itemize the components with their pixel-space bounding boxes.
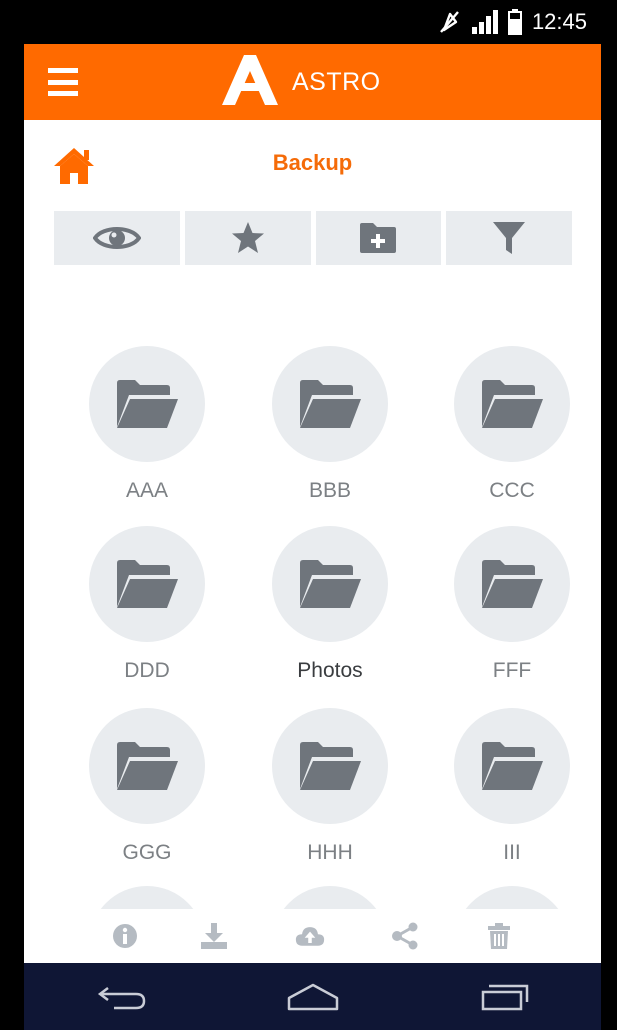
- folder-item[interactable]: BBB: [255, 346, 405, 516]
- menu-icon: [48, 68, 78, 73]
- info-button[interactable]: [110, 921, 140, 951]
- back-icon: [97, 987, 146, 1010]
- folder-tile: [454, 708, 570, 824]
- folder-grid: AAA BBB CCC DDD Photos FFF GGG HHH III: [24, 346, 601, 909]
- folder-item[interactable]: FFF: [437, 526, 587, 696]
- folder-tile: [89, 708, 205, 824]
- status-time: 12:45: [531, 9, 587, 34]
- folder-tile: [454, 886, 570, 909]
- folder-icon: [482, 380, 543, 428]
- folder-icon: [117, 560, 178, 608]
- toolbar: [54, 211, 572, 265]
- share-button[interactable]: [390, 921, 420, 951]
- share-icon: [392, 922, 418, 950]
- folder-icon: [117, 380, 178, 428]
- system-nav-bar: [24, 963, 601, 1030]
- brand: ASTRO: [222, 54, 381, 106]
- folder-icon: [300, 560, 361, 608]
- new-folder-button[interactable]: [315, 211, 442, 265]
- folder-tile: [89, 526, 205, 642]
- folder-icon: [117, 742, 178, 790]
- bottom-action-bar: [24, 909, 601, 963]
- page-title: Backup: [272, 150, 353, 175]
- folder-item-partial[interactable]: [72, 886, 222, 909]
- folder-tile: [89, 346, 205, 462]
- folder-label: III: [503, 841, 521, 864]
- upload-cloud-button[interactable]: [295, 921, 325, 951]
- folder-icon: [482, 742, 543, 790]
- download-icon: [201, 923, 227, 949]
- info-icon: [113, 924, 137, 948]
- delete-button[interactable]: [484, 921, 514, 951]
- app-bar: ASTRO: [24, 44, 601, 120]
- recents-icon: [481, 984, 529, 1011]
- trash-icon: [488, 923, 510, 949]
- folder-item[interactable]: CCC: [437, 346, 587, 516]
- folder-tile: [454, 526, 570, 642]
- menu-button[interactable]: [48, 64, 78, 100]
- signal-icon: [470, 10, 498, 34]
- folder-icon: [300, 380, 361, 428]
- folder-label: CCC: [489, 479, 535, 502]
- back-button[interactable]: [92, 979, 152, 1015]
- folder-tile: [272, 708, 388, 824]
- folder-label: FFF: [492, 659, 532, 682]
- home-outline-icon: [287, 983, 339, 1011]
- folder-icon: [300, 742, 361, 790]
- folder-item[interactable]: GGG: [72, 708, 222, 878]
- folder-tile: [89, 886, 205, 909]
- folder-item[interactable]: III: [437, 708, 587, 878]
- status-bar: 12:45: [24, 0, 601, 44]
- folder-label: GGG: [122, 841, 172, 864]
- folder-icon: [482, 560, 543, 608]
- folder-item-partial[interactable]: [437, 886, 587, 909]
- favorite-button[interactable]: [184, 211, 311, 265]
- cloud-upload-icon: [295, 927, 325, 946]
- folder-item[interactable]: AAA: [72, 346, 222, 516]
- app-title: ASTRO: [292, 67, 381, 96]
- folder-tile: [272, 886, 388, 909]
- folder-tile: [454, 346, 570, 462]
- star-icon: [231, 222, 264, 253]
- battery-icon: [507, 9, 522, 35]
- folder-item[interactable]: HHH: [255, 708, 405, 878]
- folder-label: BBB: [308, 479, 352, 502]
- folder-label: AAA: [125, 479, 169, 502]
- folder-label: Photos: [297, 659, 363, 682]
- folder-item[interactable]: Photos: [255, 526, 405, 696]
- folder-label: DDD: [124, 659, 170, 682]
- folder-label: HHH: [307, 841, 353, 864]
- eye-icon: [92, 227, 141, 249]
- view-button[interactable]: [54, 211, 180, 265]
- mute-icon: [438, 10, 460, 34]
- app-screen: 12:45 ASTRO Backup AAA BBB CCC DDD Photo…: [24, 0, 601, 1030]
- recents-button[interactable]: [475, 979, 535, 1015]
- astro-logo-icon: [222, 54, 278, 110]
- folder-item[interactable]: DDD: [72, 526, 222, 696]
- filter-button[interactable]: [446, 211, 572, 265]
- new-folder-icon: [360, 223, 397, 253]
- folder-tile: [272, 526, 388, 642]
- folder-item-partial[interactable]: [255, 886, 405, 909]
- folder-tile: [272, 346, 388, 462]
- filter-icon: [493, 222, 526, 254]
- download-button[interactable]: [199, 921, 229, 951]
- home-nav-button[interactable]: [283, 979, 343, 1015]
